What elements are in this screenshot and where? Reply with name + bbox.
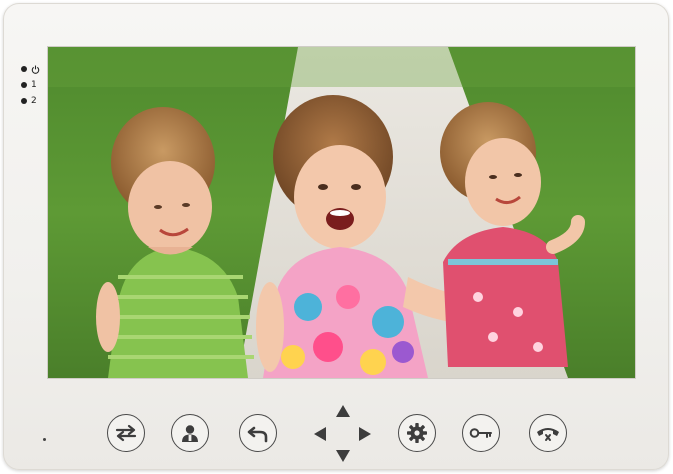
microphone-hole — [43, 438, 46, 441]
camera-feed-photo — [48, 47, 635, 378]
status-indicators: 1 2 — [21, 61, 45, 109]
back-button[interactable] — [239, 414, 277, 452]
arrow-left-button[interactable] — [314, 427, 326, 441]
power-led — [21, 66, 27, 72]
power-indicator — [21, 61, 45, 77]
navigation-pad — [313, 404, 373, 464]
line-1-label: 1 — [31, 80, 37, 90]
video-screen — [48, 47, 635, 378]
unlock-button[interactable] — [462, 414, 500, 452]
line-2-led — [21, 98, 27, 104]
line-1-indicator: 1 — [21, 77, 45, 93]
intercom-monitor: 1 2 — [3, 3, 669, 470]
person-icon — [182, 425, 198, 442]
arrow-up-button[interactable] — [336, 405, 350, 417]
transfer-arrows-icon — [115, 424, 137, 442]
arrow-down-button[interactable] — [336, 450, 350, 462]
settings-button[interactable] — [398, 414, 436, 452]
line-1-led — [21, 82, 27, 88]
handset-button[interactable] — [529, 414, 567, 452]
key-icon — [469, 428, 492, 438]
gear-icon — [407, 423, 427, 443]
power-icon — [31, 65, 40, 74]
line-2-label: 2 — [31, 96, 37, 106]
transfer-button[interactable] — [107, 414, 145, 452]
back-arrow-icon — [247, 426, 268, 443]
arrow-right-button[interactable] — [359, 427, 371, 441]
phone-handset-icon — [537, 428, 559, 441]
user-button[interactable] — [171, 414, 209, 452]
line-2-indicator: 2 — [21, 93, 45, 109]
